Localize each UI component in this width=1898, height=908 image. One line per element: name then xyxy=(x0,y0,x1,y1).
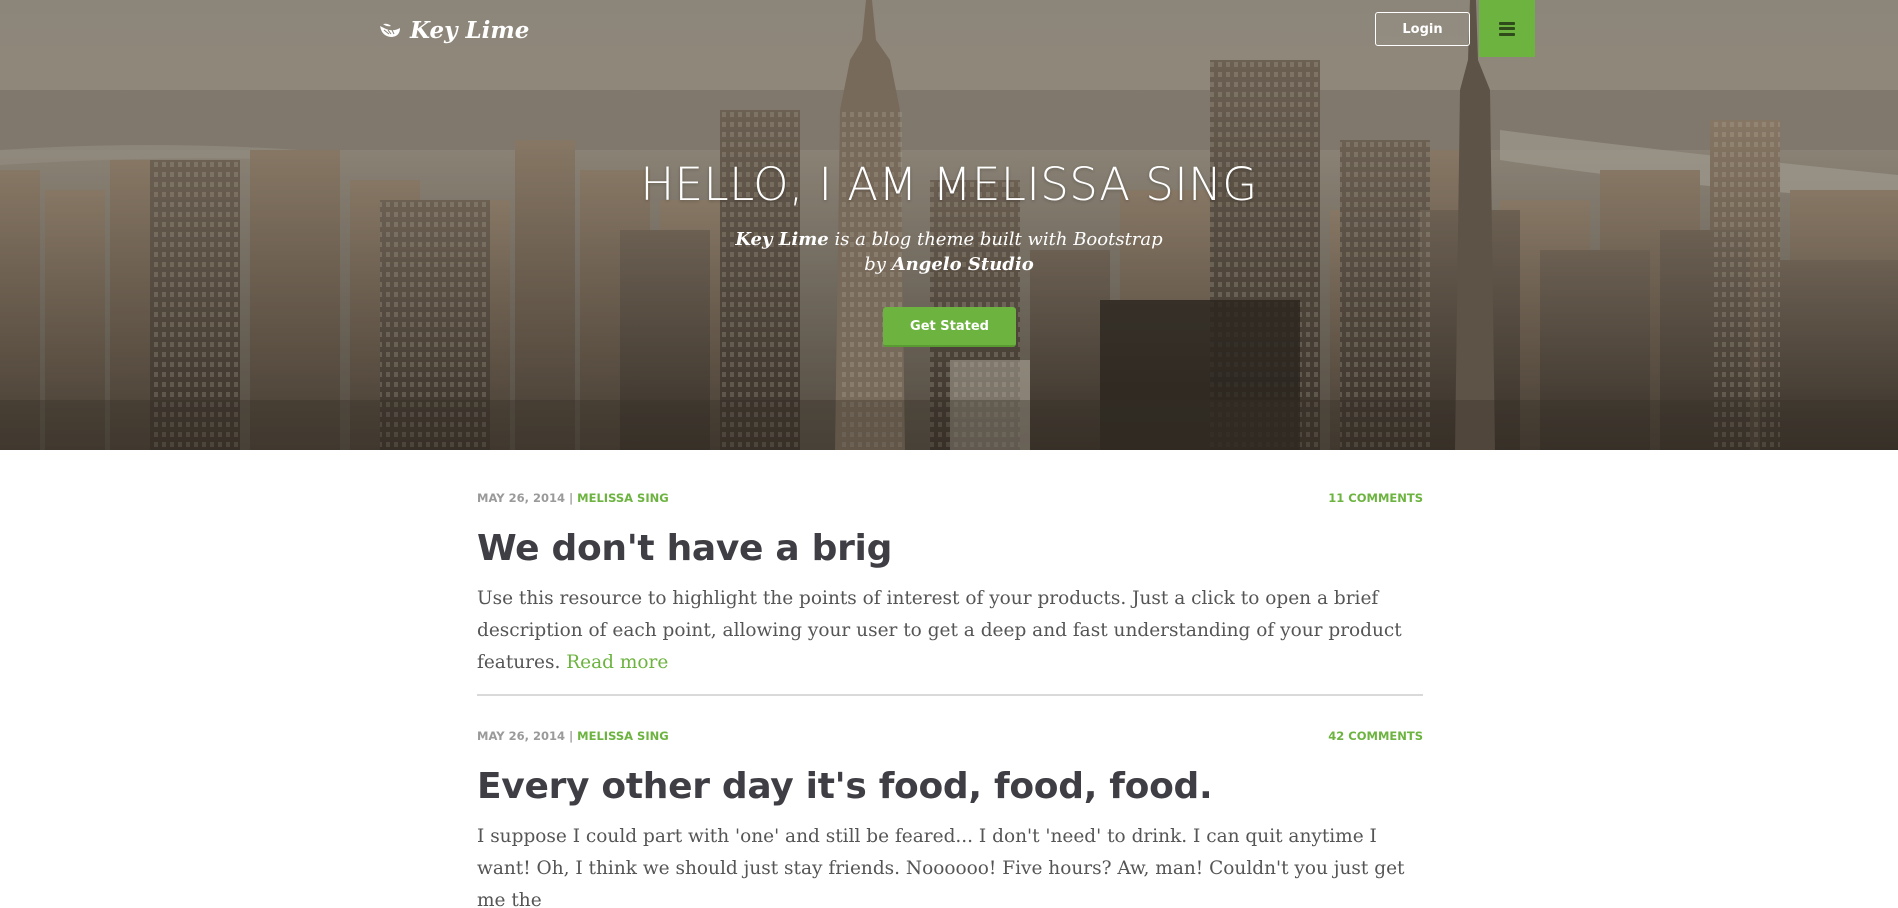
post-excerpt: I suppose I could part with 'one' and st… xyxy=(477,821,1423,908)
hero-title: HELLO, I AM MELISSA SING xyxy=(640,158,1258,211)
hero-section: Key Lime Login HELLO, I AM MELISSA SING … xyxy=(0,0,1898,450)
read-more-link[interactable]: Read more xyxy=(566,652,668,673)
hero-subtitle-author: Angelo Studio xyxy=(891,254,1034,275)
post-item: MAY 26, 2014 | MELISSA SING 42 COMMENTS Ev… xyxy=(477,696,1423,908)
login-button[interactable]: Login xyxy=(1375,12,1470,46)
post-author-link[interactable]: MELISSA SING xyxy=(577,729,668,743)
post-meta: MAY 26, 2014 | MELISSA SING 42 COMMENTS xyxy=(477,726,1423,746)
post-excerpt-text: I suppose I could part with 'one' and st… xyxy=(477,826,1405,908)
post-date: MAY 26, 2014 xyxy=(477,729,565,743)
post-item: MAY 26, 2014 | MELISSA SING 11 COMMENTS We… xyxy=(477,450,1423,696)
meta-separator: | xyxy=(568,491,574,505)
post-date: MAY 26, 2014 xyxy=(477,491,565,505)
hero-subtitle: Key Lime is a blog theme built with Boot… xyxy=(0,227,1898,277)
hero-subtitle-by: by xyxy=(864,254,892,275)
brand-logo[interactable]: Key Lime xyxy=(378,14,529,46)
hero-subtitle-text: is a blog theme built with Bootstrap xyxy=(828,229,1163,250)
post-comments-link[interactable]: 11 COMMENTS xyxy=(1328,491,1423,505)
post-meta: MAY 26, 2014 | MELISSA SING 11 COMMENTS xyxy=(477,488,1423,508)
hero-overlay xyxy=(0,0,1898,450)
post-list: MAY 26, 2014 | MELISSA SING 11 COMMENTS We… xyxy=(477,450,1423,908)
brand-name: Key Lime xyxy=(410,16,530,44)
get-started-button[interactable]: Get Stated xyxy=(883,307,1016,347)
hero-subtitle-brand: Key Lime xyxy=(735,229,829,250)
post-comments-link[interactable]: 42 COMMENTS xyxy=(1328,729,1423,743)
post-title[interactable]: We don't have a brig xyxy=(477,527,1423,571)
post-excerpt: Use this resource to highlight the point… xyxy=(477,583,1423,679)
menu-button[interactable] xyxy=(1479,0,1535,57)
post-author-link[interactable]: MELISSA SING xyxy=(577,491,668,505)
meta-separator: | xyxy=(568,729,574,743)
lime-icon xyxy=(380,23,400,37)
hamburger-icon xyxy=(1499,21,1515,36)
post-title[interactable]: Every other day it's food, food, food. xyxy=(477,765,1423,809)
